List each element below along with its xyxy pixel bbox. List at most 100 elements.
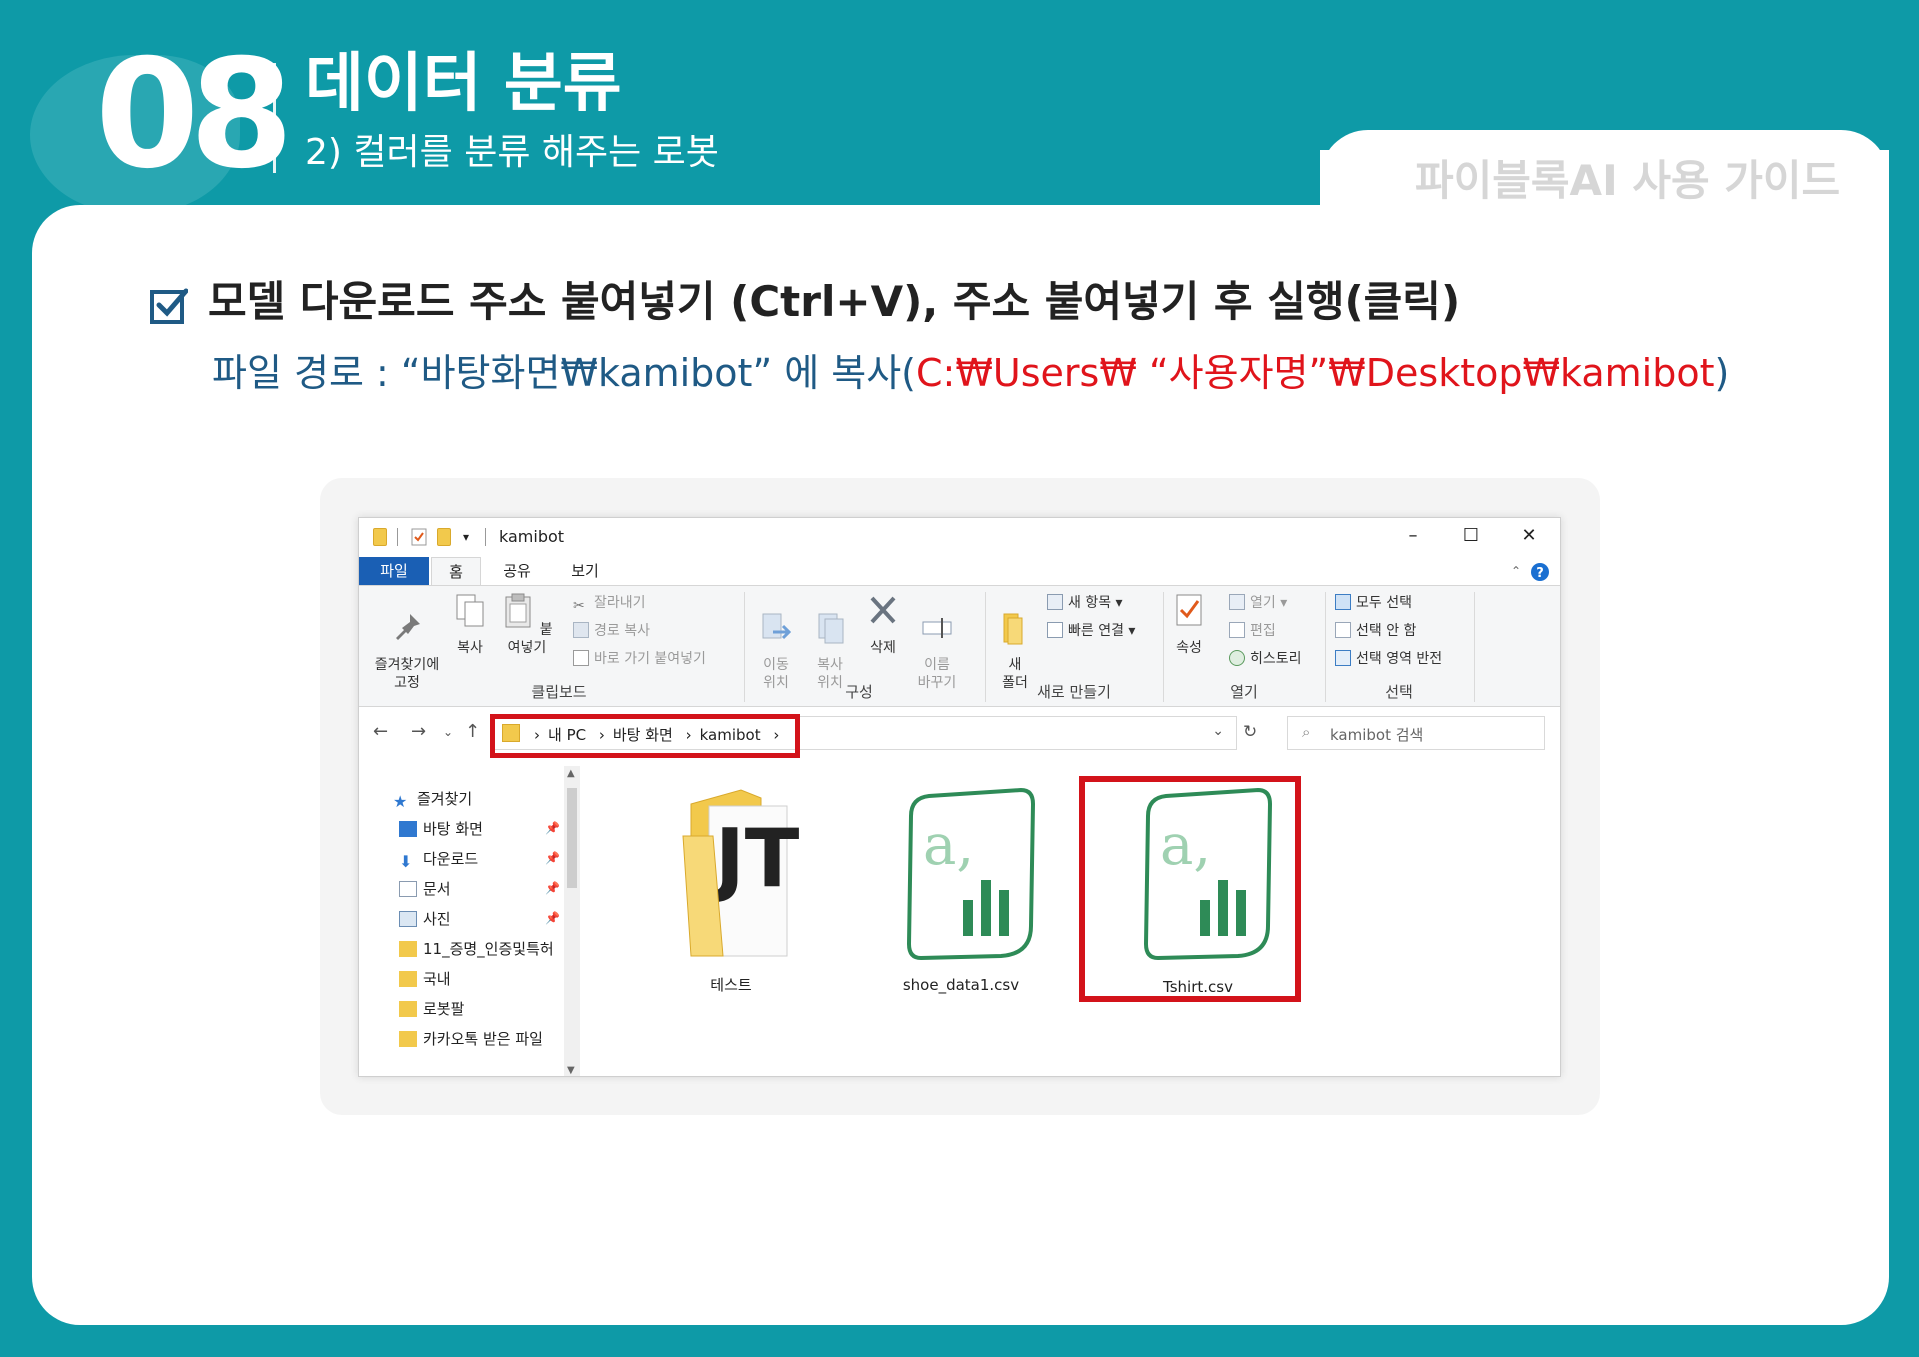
path-suffix: ) [1714, 351, 1730, 395]
new-item-icon [1047, 594, 1063, 610]
scroll-thumb[interactable] [567, 788, 577, 888]
move-to-button[interactable]: 이동 위치 [751, 592, 801, 692]
copy-to-button[interactable]: 복사 위치 [805, 592, 855, 692]
help-icon[interactable]: ? [1530, 562, 1550, 582]
chapter-subtitle: 2) 컬러를 분류 해주는 로봇 [305, 132, 719, 173]
history-icon [1229, 650, 1245, 666]
search-icon: ⌕ [1302, 723, 1311, 741]
window-title: kamibot [499, 527, 565, 546]
paste-shortcut-button[interactable]: 바로 가기 붙여넣기 [573, 648, 706, 668]
svg-text:?: ? [1536, 566, 1544, 581]
nav-item-downloads[interactable]: ⬇ 다운로드 [399, 848, 478, 871]
forward-button[interactable]: → [411, 721, 426, 742]
history-button[interactable]: 히스토리 [1229, 648, 1302, 668]
pictures-icon [399, 911, 417, 927]
nav-item-pictures[interactable]: 사진 [399, 908, 451, 929]
pin-icon: 📌 [545, 851, 560, 865]
pin-quick-access-button[interactable]: 즐겨찾기에 고정 [365, 592, 449, 692]
folder-with-thumbnail-icon: JT [682, 789, 800, 957]
ribbon-separator [744, 592, 745, 702]
download-arrow-icon: ⬇ [399, 852, 413, 871]
select-none-button[interactable]: 선택 안 함 [1335, 620, 1416, 640]
file-item-csv[interactable]: a, [851, 776, 1071, 970]
clipboard-group-label: 클립보드 [531, 683, 587, 701]
paste-button[interactable]: 붙여넣기 [495, 592, 559, 657]
pin-quick-access-label: 즐겨찾기에 고정 [374, 657, 440, 691]
folder-icon [1003, 613, 1023, 644]
copy-path-label: 경로 복사 [594, 623, 650, 639]
ribbon-separator [1163, 592, 1164, 702]
properties-icon[interactable] [411, 528, 427, 546]
rename-button[interactable]: 이름 바꾸기 [911, 592, 963, 692]
select-all-icon [1335, 594, 1351, 610]
easy-access-label: 빠른 연결 [1068, 623, 1124, 639]
scissors-icon: ✂ [573, 598, 585, 614]
nav-item-folder[interactable]: 11_증명_인증및특허 [399, 938, 554, 959]
chapter-number: 08 [95, 28, 294, 202]
tab-file[interactable]: 파일 [359, 557, 429, 585]
tab-home[interactable]: 홈 [431, 557, 481, 585]
file-item-folder[interactable]: JT [621, 776, 841, 970]
search-placeholder: kamibot 검색 [1330, 726, 1424, 744]
invert-selection-button[interactable]: 선택 영역 반전 [1335, 648, 1442, 668]
navigation-pane: ★ 즐겨찾기 바탕 화면 📌 ⬇ 다운로드 📌 문서 📌 사진 📌 11_증명_인증… [359, 766, 581, 1076]
search-input[interactable]: ⌕ kamibot 검색 [1287, 716, 1545, 750]
pin-icon: 📌 [545, 881, 560, 895]
edit-button[interactable]: 편집 [1229, 620, 1276, 640]
nav-item-folder[interactable]: 국내 [399, 968, 451, 989]
copy-to-icon [818, 613, 844, 643]
nav-item-documents[interactable]: 문서 [399, 878, 451, 899]
copy-button[interactable]: 복사 [449, 592, 491, 657]
qa-dropdown-icon[interactable]: ▾ [463, 530, 469, 548]
path-prefix: 파일 경로 : “바탕화면₩kamibot” 에 복사( [212, 351, 916, 395]
cut-button[interactable]: ✂ 잘라내기 [573, 592, 646, 614]
copy-path-button[interactable]: 경로 복사 [573, 620, 650, 640]
open-group-label: 열기 [1230, 683, 1258, 701]
address-dropdown-icon[interactable]: ⌄ [1212, 723, 1224, 739]
paste-shortcut-icon [573, 650, 589, 666]
nav-item-label: 바탕 화면 [423, 820, 483, 838]
nav-quick-access-label: 즐겨찾기 [417, 790, 473, 808]
nav-quick-access[interactable]: ★ 즐겨찾기 [393, 788, 473, 811]
edit-label: 편집 [1250, 623, 1276, 639]
minimize-button[interactable]: – [1386, 520, 1440, 552]
paste-icon [505, 593, 531, 628]
chapter-title: 데이터 분류 [305, 47, 622, 121]
delete-button[interactable]: 삭제 [861, 592, 905, 657]
new-folder-icon[interactable] [437, 528, 451, 546]
easy-access-button[interactable]: 빠른 연결 ▾ [1047, 620, 1135, 640]
cut-label: 잘라내기 [594, 595, 646, 611]
back-button[interactable]: ← [373, 721, 388, 742]
new-folder-button[interactable]: 새 폴더 [993, 592, 1037, 692]
history-label: 히스토리 [1250, 651, 1302, 667]
recent-locations-button[interactable]: ⌄ [443, 725, 453, 739]
open-button[interactable]: 열기 ▾ [1229, 592, 1287, 612]
nav-item-folder[interactable]: 카카오톡 받은 파일 [399, 1028, 543, 1049]
refresh-icon[interactable]: ↻ [1243, 722, 1257, 742]
nav-item-folder[interactable]: 로봇팔 [399, 998, 464, 1019]
delete-label: 삭제 [870, 639, 896, 656]
nav-item-label: 카카오톡 받은 파일 [423, 1030, 543, 1048]
tab-share[interactable]: 공유 [487, 557, 547, 585]
close-button[interactable]: ✕ [1502, 520, 1556, 552]
checkbox-icon [150, 288, 188, 324]
file-highlight-box [1079, 776, 1301, 1002]
select-all-button[interactable]: 모두 선택 [1335, 592, 1412, 612]
maximize-button[interactable]: ☐ [1444, 520, 1498, 552]
document-icon [399, 881, 417, 897]
nav-item-desktop[interactable]: 바탕 화면 [399, 818, 483, 839]
new-item-button[interactable]: 새 항목 ▾ [1047, 592, 1123, 612]
svg-text:JT: JT [710, 812, 800, 905]
pin-icon: 📌 [545, 911, 560, 925]
scroll-down-icon[interactable]: ▼ [567, 1065, 575, 1076]
rename-icon [922, 617, 952, 638]
desktop-icon [399, 821, 417, 837]
easy-access-icon [1047, 622, 1063, 638]
header-divider [273, 63, 276, 173]
up-button[interactable]: ↑ [465, 721, 480, 742]
properties-button[interactable]: 속성 [1169, 592, 1209, 657]
collapse-ribbon-icon[interactable]: ⌃ [1506, 557, 1526, 585]
scroll-up-icon[interactable]: ▲ [567, 768, 575, 779]
tab-view[interactable]: 보기 [555, 557, 615, 585]
nav-scrollbar[interactable]: ▲ ▼ [564, 766, 580, 1076]
